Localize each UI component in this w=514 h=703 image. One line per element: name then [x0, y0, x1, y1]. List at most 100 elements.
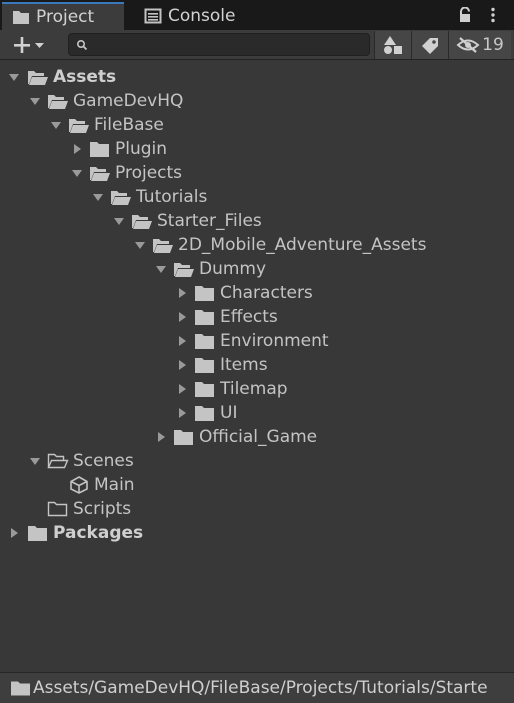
folder-icon: [11, 681, 30, 696]
folder-icon: [195, 382, 214, 397]
hidden-packages-count: 19: [482, 35, 504, 55]
folder-icon: [195, 358, 214, 373]
expand-arrow-right-icon[interactable]: [176, 407, 188, 419]
tree-item-tutorials[interactable]: Tutorials: [0, 185, 514, 209]
tree-item-label: Dummy: [199, 259, 267, 279]
tree-item-label: Plugin: [115, 139, 168, 159]
expand-arrow-down-icon[interactable]: [92, 191, 104, 203]
lock-button[interactable]: [454, 5, 476, 25]
tab-console-label: Console: [168, 6, 236, 26]
folder-open-icon: [174, 263, 194, 277]
tree-item-ui[interactable]: UI: [0, 401, 514, 425]
plus-icon: [14, 37, 44, 53]
tree-item-assets[interactable]: Assets: [0, 65, 514, 89]
tree-item-label: Assets: [53, 67, 117, 87]
tab-console[interactable]: Console: [134, 2, 254, 30]
tree-item-projects[interactable]: Projects: [0, 161, 514, 185]
project-window: Project Console 19 Assets GameDevHQ File…: [0, 0, 514, 703]
project-toolbar: 19: [0, 30, 514, 60]
tree-item-2d-mobile-adventure-assets[interactable]: 2D_Mobile_Adventure_Assets: [0, 233, 514, 257]
folder-open-icon: [111, 191, 131, 205]
kebab-menu-icon: [491, 7, 495, 23]
folder-icon: [90, 142, 109, 157]
tree-item-label: Effects: [220, 307, 278, 327]
folder-open-icon: [28, 71, 48, 85]
tree-item-label: Characters: [220, 283, 313, 303]
tab-project[interactable]: Project: [2, 2, 124, 30]
expand-arrow-down-icon[interactable]: [50, 119, 62, 131]
tree-item-starter-files[interactable]: Starter_Files: [0, 209, 514, 233]
hidden-packages-toggle[interactable]: 19: [449, 31, 511, 59]
tree-item-label: Scenes: [73, 451, 134, 471]
tree-item-environment[interactable]: Environment: [0, 329, 514, 353]
tree-item-main-scene[interactable]: Main: [0, 473, 514, 497]
tab-project-label: Project: [36, 7, 95, 27]
tree-item-items[interactable]: Items: [0, 353, 514, 377]
tree-item-effects[interactable]: Effects: [0, 305, 514, 329]
tree-item-label: Main: [94, 475, 135, 495]
expand-arrow-down-icon[interactable]: [71, 167, 83, 179]
tree-item-label: Projects: [115, 163, 183, 183]
folder-open-icon: [48, 95, 68, 109]
tree-item-label: 2D_Mobile_Adventure_Assets: [178, 235, 427, 255]
expand-arrow-right-icon[interactable]: [8, 527, 20, 539]
tree-item-label: Packages: [53, 523, 144, 543]
tree-item-label: FileBase: [94, 115, 164, 135]
folder-icon: [174, 430, 193, 445]
search-icon: [76, 39, 88, 51]
tree-item-label: Starter_Files: [157, 211, 262, 231]
expand-arrow-right-icon[interactable]: [176, 287, 188, 299]
expand-arrow-down-icon[interactable]: [29, 455, 41, 467]
console-icon: [144, 8, 162, 24]
tree-item-packages[interactable]: Packages: [0, 521, 514, 545]
expand-arrow-right-icon[interactable]: [176, 335, 188, 347]
expand-arrow-down-icon[interactable]: [113, 215, 125, 227]
expand-arrow-right-icon[interactable]: [176, 359, 188, 371]
filter-by-label-button[interactable]: [412, 31, 448, 59]
current-path[interactable]: Assets/GameDevHQ/FileBase/Projects/Tutor…: [33, 673, 488, 703]
tree-item-label: UI: [220, 403, 238, 423]
tree-item-official-game[interactable]: Official_Game: [0, 425, 514, 449]
expand-arrow-down-icon[interactable]: [134, 239, 146, 251]
tab-strip: Project Console: [0, 0, 514, 30]
folder-open-icon: [153, 239, 173, 253]
tree-item-label: Scripts: [73, 499, 132, 519]
search-input[interactable]: [68, 33, 370, 56]
tree-item-dummy[interactable]: Dummy: [0, 257, 514, 281]
tree-item-tilemap[interactable]: Tilemap: [0, 377, 514, 401]
tree-item-characters[interactable]: Characters: [0, 281, 514, 305]
expand-arrow-down-icon[interactable]: [8, 71, 20, 83]
expand-arrow-right-icon[interactable]: [155, 431, 167, 443]
expand-arrow-right-icon[interactable]: [71, 143, 83, 155]
folder-open-outline-icon: [47, 453, 69, 469]
unity-logo-icon: [70, 476, 88, 494]
eye-slash-icon: [456, 37, 480, 53]
filter-by-type-button[interactable]: [375, 31, 411, 59]
label-tag-icon: [422, 38, 438, 54]
folder-icon: [195, 310, 214, 325]
expand-arrow-right-icon[interactable]: [176, 311, 188, 323]
folder-icon: [28, 526, 47, 541]
tree-item-label: Tilemap: [220, 379, 288, 399]
tree-item-scenes[interactable]: Scenes: [0, 449, 514, 473]
tree-item-label: GameDevHQ: [73, 91, 184, 111]
tree-item-scripts[interactable]: Scripts: [0, 497, 514, 521]
folder-outline-icon: [47, 501, 68, 517]
expand-arrow-down-icon[interactable]: [155, 263, 167, 275]
window-menu-button[interactable]: [482, 5, 504, 25]
folder-icon: [195, 406, 214, 421]
folder-open-icon: [90, 167, 110, 181]
folder-icon: [195, 286, 214, 301]
folder-icon: [13, 11, 29, 24]
tree-item-label: Tutorials: [136, 187, 208, 207]
tree-item-filebase[interactable]: FileBase: [0, 113, 514, 137]
expand-arrow-down-icon[interactable]: [29, 95, 41, 107]
tree-item-gamedevhq[interactable]: GameDevHQ: [0, 89, 514, 113]
shapes-icon: [384, 36, 402, 54]
folder-icon: [195, 334, 214, 349]
folder-open-icon: [132, 215, 152, 229]
expand-arrow-right-icon[interactable]: [176, 383, 188, 395]
create-button[interactable]: [6, 33, 50, 57]
tree-item-plugin[interactable]: Plugin: [0, 137, 514, 161]
tree-item-label: Items: [220, 355, 268, 375]
